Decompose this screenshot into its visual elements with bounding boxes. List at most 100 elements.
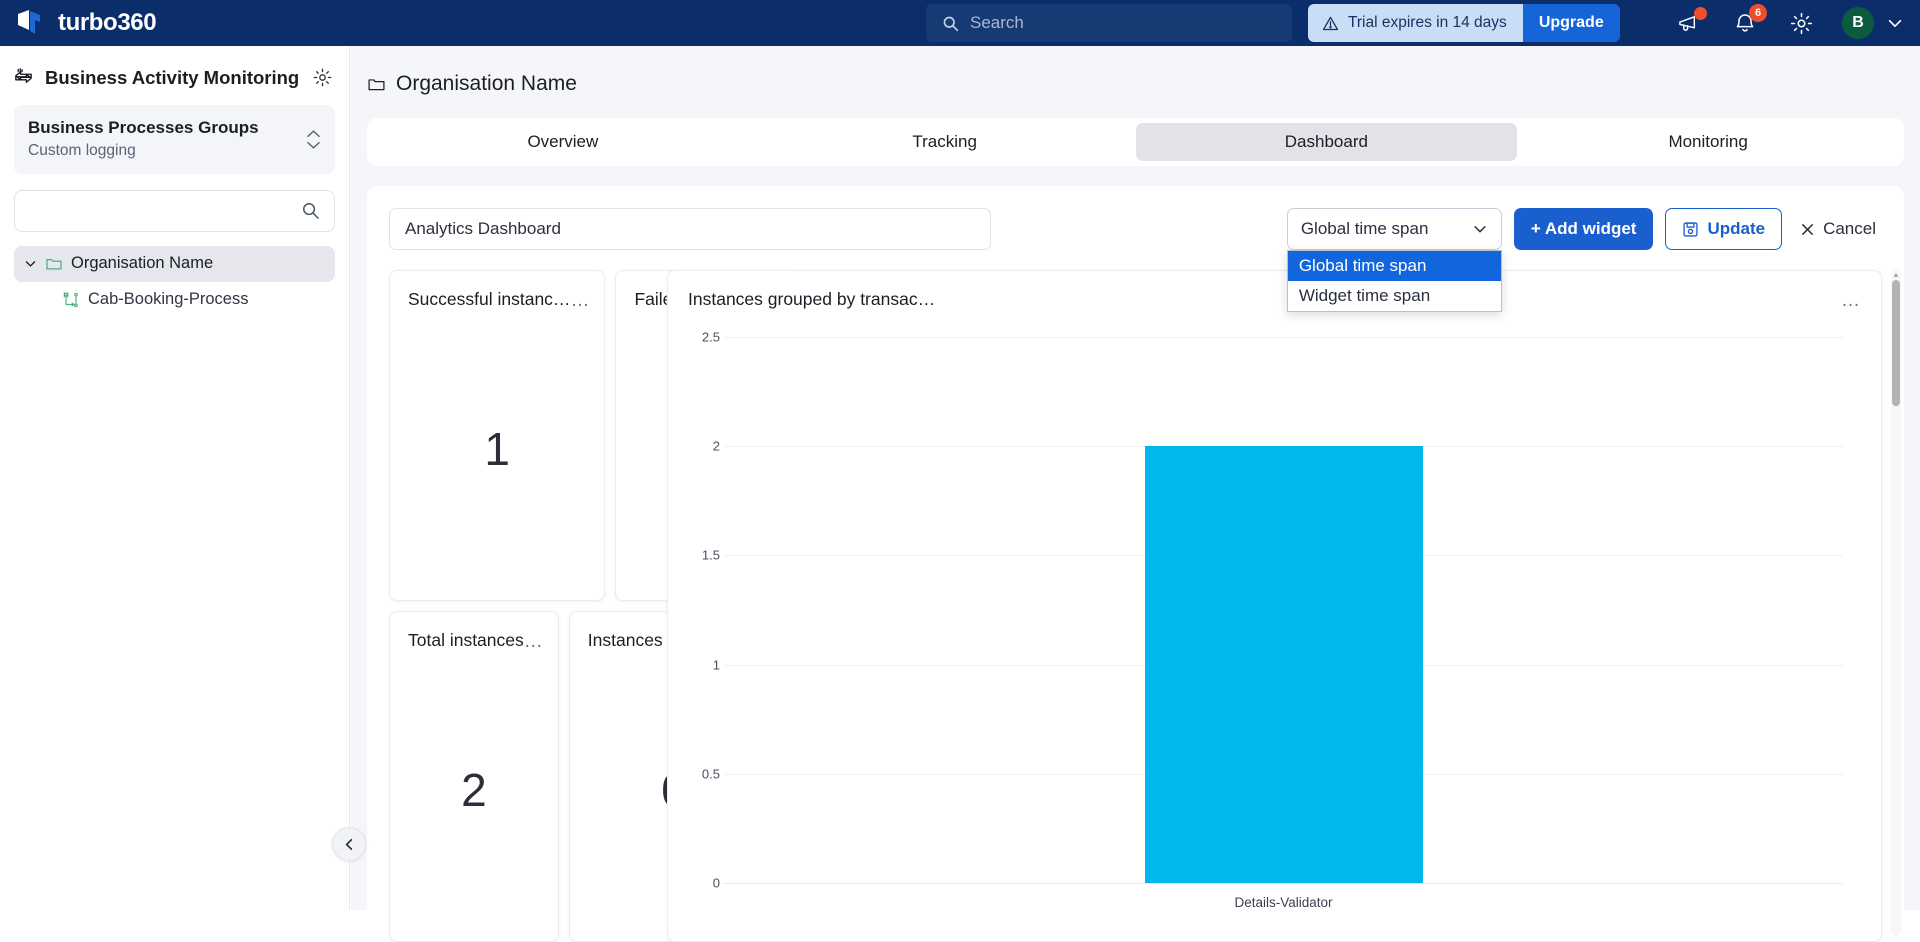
avatar[interactable]: B [1842, 7, 1874, 39]
x-axis-tick-label: Details-Validator [1234, 895, 1333, 910]
kpi-row-top: Successful instanc… … 1 Failed instances… [389, 270, 796, 601]
tree-item-label: Cab-Booking-Process [88, 290, 249, 309]
dashboard-name-input[interactable] [389, 208, 991, 250]
top-bar-icons: 6 B [1674, 0, 1904, 46]
widget-header: Instances grouped by transac… … [668, 271, 1881, 310]
tree-item-cab-booking-process[interactable]: Cab-Booking-Process [14, 282, 335, 318]
tab-bar: Overview Tracking Dashboard Monitoring [367, 118, 1904, 166]
y-axis-tick-label: 2 [712, 438, 720, 454]
top-bar: turbo360 Search Trial expires in 14 days… [0, 0, 1920, 46]
bpg-title: Business Processes Groups [28, 118, 259, 137]
folder-icon [45, 255, 63, 273]
notification-count-badge: 6 [1749, 4, 1767, 22]
dropdown-option-widget-time-span[interactable]: Widget time span [1288, 281, 1501, 311]
breadcrumb: Organisation Name [351, 46, 1920, 96]
turbo360-logo-icon [14, 8, 44, 38]
update-button-label: Update [1707, 219, 1766, 238]
widget-value: 1 [484, 423, 511, 475]
sidebar-collapse-button[interactable] [332, 827, 366, 861]
timespan-select[interactable]: Global time span [1286, 208, 1502, 250]
sidebar-header: Business Activity Monitoring [0, 46, 349, 103]
timespan-dropdown-menu: Global time span Widget time span [1286, 250, 1502, 312]
y-axis-tick-label: 1.5 [701, 547, 720, 563]
gear-icon[interactable] [312, 67, 333, 88]
scroll-up-arrow-icon[interactable]: ▲ [1892, 271, 1900, 279]
chevron-down-icon[interactable] [24, 257, 37, 270]
widget-header: Successful instanc… … [390, 271, 604, 310]
chevron-left-icon [342, 837, 357, 852]
more-options-icon[interactable]: … [570, 289, 590, 310]
sidebar-search[interactable] [14, 189, 335, 232]
bidirectional-arrow-icon [12, 66, 35, 89]
save-disk-icon [1682, 221, 1699, 238]
process-tree: Organisation Name Cab-Booking-Process [0, 245, 349, 318]
search-input-placeholder: Search [970, 13, 1024, 32]
more-options-icon[interactable]: … [524, 630, 544, 651]
bpg-subtitle: Custom logging [28, 141, 136, 159]
dashboard-toolbar: Global time span Global time span Widget… [367, 186, 1904, 312]
search-icon[interactable] [301, 201, 320, 220]
update-button[interactable]: Update [1665, 208, 1783, 250]
trial-banner: Trial expires in 14 days Upgrade [1308, 4, 1620, 42]
tab-monitoring[interactable]: Monitoring [1517, 123, 1899, 161]
timespan-select-wrap: Global time span Global time span Widget… [1286, 208, 1502, 312]
chevron-down-icon[interactable] [306, 140, 321, 150]
search-input[interactable] [29, 201, 301, 220]
megaphone-icon[interactable] [1674, 7, 1707, 38]
scrollbar-thumb[interactable] [1892, 280, 1900, 406]
timespan-selected-value: Global time span [1300, 219, 1429, 238]
tab-dashboard[interactable]: Dashboard [1135, 123, 1518, 161]
y-axis-tick-label: 1 [712, 657, 720, 673]
dropdown-option-global-time-span[interactable]: Global time span [1287, 251, 1501, 281]
chevron-down-icon[interactable] [1886, 8, 1904, 38]
bpg-stepper-icons[interactable] [306, 129, 321, 150]
gear-icon[interactable] [1786, 8, 1816, 38]
close-x-icon [1800, 222, 1815, 237]
add-widget-button[interactable]: + Add widget [1513, 208, 1654, 250]
y-axis-tick-label: 0 [712, 875, 720, 891]
chevron-up-icon[interactable] [306, 129, 321, 139]
bell-icon[interactable]: 6 [1730, 4, 1767, 38]
warning-triangle-icon [1322, 15, 1339, 32]
tab-overview[interactable]: Overview [372, 123, 754, 161]
widget-successful-instances[interactable]: Successful instanc… … 1 [389, 270, 606, 601]
more-options-icon[interactable]: … [1841, 289, 1861, 310]
bpg-texts: Business Processes Groups Custom logging [28, 117, 306, 162]
folder-icon [367, 75, 386, 94]
search-icon [942, 15, 959, 32]
tree-item-organisation-name[interactable]: Organisation Name [14, 245, 335, 282]
upgrade-button[interactable]: Upgrade [1522, 4, 1620, 42]
widget-instances-grouped-by-transaction[interactable]: Instances grouped by transac… … 0 0.5 1 1.5… [667, 270, 1882, 942]
bar-chart-plot-area: 0 0.5 1 1.5 2 2.5 Details-Validator [668, 323, 1881, 941]
toolbar-actions: Global time span Global time span Widget… [1286, 208, 1882, 312]
business-processes-groups-selector[interactable]: Business Processes Groups Custom logging [14, 105, 335, 174]
widget-title: Total instances [408, 630, 524, 650]
cancel-button-label: Cancel [1823, 219, 1876, 238]
widget-total-instances[interactable]: Total instances … 2 [389, 611, 559, 942]
trial-message: Trial expires in 14 days [1348, 14, 1507, 31]
process-flow-icon [62, 291, 80, 309]
widget-header: Total instances … [390, 612, 558, 651]
brand[interactable]: turbo360 [0, 8, 350, 38]
main-content: Organisation Name Overview Tracking Dash… [351, 46, 1920, 942]
vertical-scrollbar[interactable]: ▲ [1891, 270, 1901, 936]
megaphone-alert-dot [1694, 7, 1707, 20]
gridline [724, 337, 1843, 338]
bar-chart: 0 0.5 1 1.5 2 2.5 Details-Validator [668, 323, 1881, 941]
kpi-column: Successful instanc… … 1 Failed instances… [389, 270, 796, 942]
tab-tracking[interactable]: Tracking [754, 123, 1136, 161]
widgets-area: Successful instanc… … 1 Failed instances… [367, 270, 1904, 942]
chevron-down-icon[interactable] [1472, 221, 1488, 237]
page-title: Business Activity Monitoring [45, 66, 300, 88]
brand-name: turbo360 [58, 9, 157, 36]
sidebar: Business Activity Monitoring Business Pr… [0, 46, 350, 910]
cancel-button[interactable]: Cancel [1794, 208, 1882, 250]
global-search[interactable]: Search [926, 4, 1292, 42]
y-axis-tick-label: 0.5 [701, 766, 720, 782]
gridline [724, 883, 1843, 884]
dashboard-panel: Global time span Global time span Widget… [367, 186, 1904, 942]
y-axis-tick-label: 2.5 [701, 329, 720, 345]
widget-title: Instances grouped by transac… [688, 289, 936, 309]
bar[interactable] [1144, 446, 1423, 883]
widgets-grid: Successful instanc… … 1 Failed instances… [389, 270, 1882, 942]
